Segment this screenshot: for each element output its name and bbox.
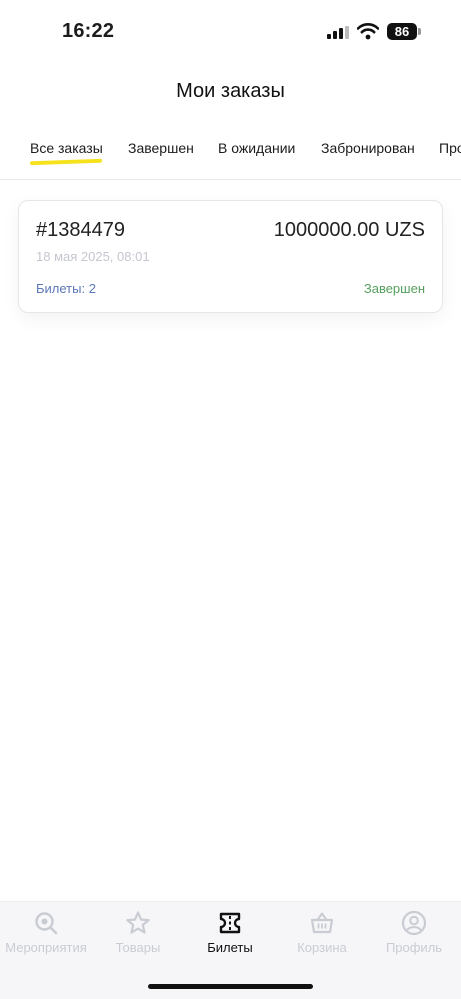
tab-pending[interactable]: В ожидании: [218, 140, 295, 156]
status-time: 16:22: [62, 20, 115, 42]
order-id: #1384479: [36, 219, 125, 241]
nav-item-tickets[interactable]: Билеты: [184, 910, 276, 955]
nav-label-events: Мероприятия: [5, 940, 87, 955]
nav-item-profile[interactable]: Профиль: [368, 910, 460, 955]
nav-item-products[interactable]: Товары: [92, 910, 184, 955]
star-icon: [126, 911, 150, 934]
tab-completed[interactable]: Завершен: [128, 140, 194, 156]
page-title: Мои заказы: [176, 80, 285, 102]
order-filter-tabs: Все заказы Завершен В ожидании Заброниро…: [0, 132, 461, 180]
battery-level: 86: [387, 23, 417, 40]
order-tickets-count: Билеты: 2: [36, 281, 96, 296]
profile-icon: [401, 910, 427, 936]
search-icon: [35, 912, 58, 935]
status-bar: 16:22 86: [0, 0, 461, 62]
order-price: 1000000.00 UZS: [273, 219, 425, 241]
nav-label-tickets: Билеты: [207, 940, 253, 955]
order-card[interactable]: #1384479 1000000.00 UZS 18 мая 2025, 08:…: [18, 200, 443, 313]
nav-item-events[interactable]: Мероприятия: [0, 910, 92, 955]
tab-all-orders[interactable]: Все заказы: [30, 140, 103, 156]
nav-item-cart[interactable]: Корзина: [276, 910, 368, 955]
cellular-signal-icon: [327, 26, 349, 39]
tab-more[interactable]: Про: [439, 140, 461, 156]
order-status-badge: Завершен: [363, 281, 425, 296]
nav-label-products: Товары: [115, 940, 161, 955]
nav-label-profile: Профиль: [385, 940, 443, 955]
nav-label-cart: Корзина: [297, 940, 347, 955]
ticket-icon: [219, 912, 241, 934]
wifi-icon: [357, 23, 379, 40]
tab-booked[interactable]: Забронирован: [321, 140, 415, 156]
home-indicator: [148, 984, 313, 989]
order-date: 18 мая 2025, 08:01: [36, 249, 150, 264]
battery-icon: 86: [387, 23, 421, 40]
basket-icon: [310, 912, 334, 934]
